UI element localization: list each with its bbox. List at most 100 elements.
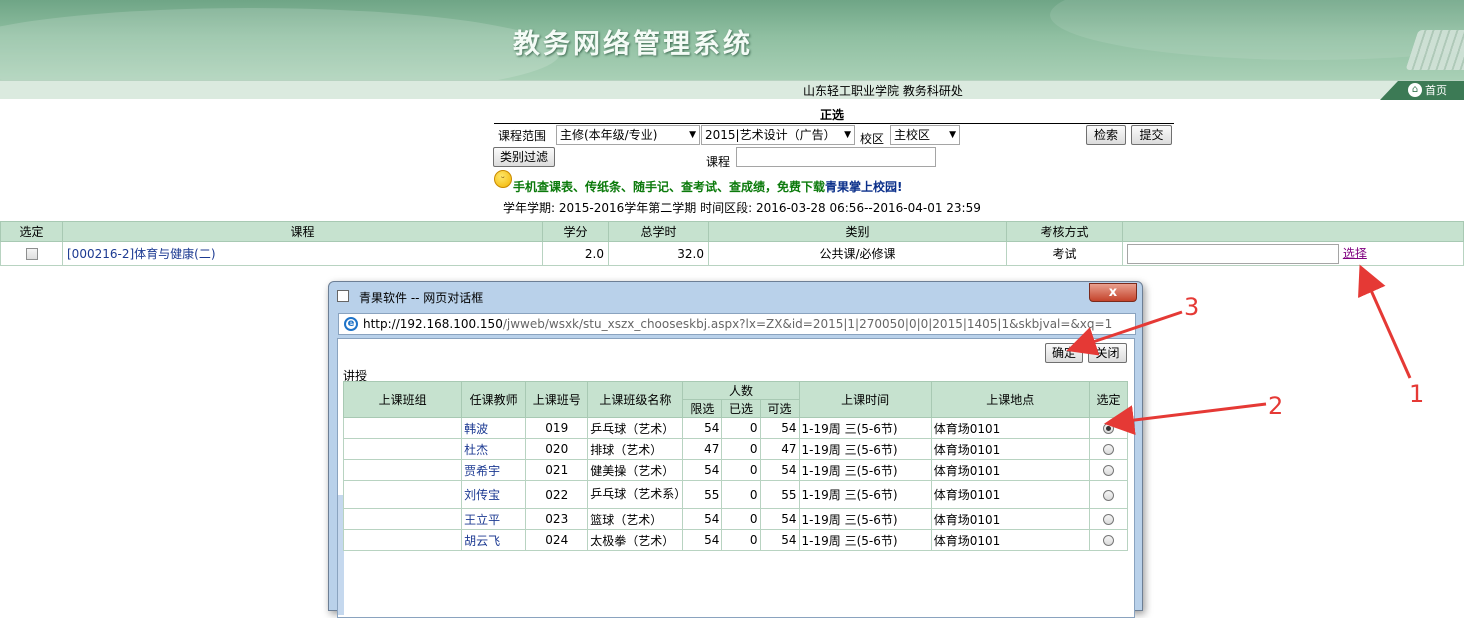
class-select-value: 2015|艺术设计（广告）	[705, 128, 836, 142]
group-cell	[342, 508, 463, 530]
teacher-link[interactable]: 杜杰	[464, 443, 488, 457]
col-limit: 限选	[682, 399, 723, 418]
limit-cell: 54	[682, 529, 723, 551]
available-cell: 54	[759, 508, 800, 530]
col-place: 上课地点	[930, 381, 1090, 418]
address-bar: e http://192.168.100.150/jwweb/wsxk/stu_…	[338, 313, 1136, 335]
home-label: 首页	[1425, 84, 1447, 97]
time-cell: 1-19周 三(5-6节)	[798, 529, 932, 551]
place-cell: 体育场0101	[930, 438, 1090, 460]
col-time: 上课时间	[798, 381, 932, 418]
teacher-link[interactable]: 胡云飞	[464, 534, 500, 548]
table-row: 王立平 023 篮球（艺术） 54 0 54 1-19周 三(5-6节) 体育场…	[342, 508, 1129, 530]
select-radio[interactable]	[1102, 423, 1114, 434]
class-select[interactable]: 2015|艺术设计（广告） ▼	[701, 125, 855, 145]
annotation-2: 2	[1268, 392, 1284, 420]
course-label: 课程	[706, 155, 731, 169]
class-name-cell: 乒乓球（艺术）	[587, 417, 684, 439]
col-hours: 总学时	[608, 221, 709, 242]
page-icon	[337, 290, 349, 302]
chevron-down-icon: ▼	[689, 130, 696, 140]
col-group: 上课班组	[342, 381, 463, 418]
url-host: http://192.168.100.150	[363, 317, 503, 331]
select-radio[interactable]	[1102, 489, 1114, 501]
chosen-cell: 0	[721, 438, 761, 460]
row-checkbox[interactable]	[25, 248, 38, 260]
table-row: 韩波 019 乒乓球（艺术） 54 0 54 1-19周 三(5-6节) 体育场…	[342, 417, 1129, 439]
choose-link[interactable]: 选择	[1343, 246, 1367, 260]
pick-cell: 选择	[1122, 241, 1464, 266]
col-people: 人数	[682, 381, 800, 400]
class-name-cell: 篮球（艺术）	[587, 508, 684, 530]
time-cell: 1-19周 三(5-6节)	[798, 508, 932, 530]
col-pick	[1122, 221, 1464, 242]
campus-select-value: 主校区	[894, 128, 931, 142]
schedule-table: 上课班组 任课教师 上课班号 上课班级名称 人数 上课时间 上课地点 选定 限选…	[342, 381, 1129, 551]
chosen-cell: 0	[721, 459, 761, 481]
teacher-link[interactable]: 韩波	[464, 422, 488, 436]
divider	[494, 123, 1174, 124]
col-exam: 考核方式	[1006, 221, 1123, 242]
col-class-no: 上课班号	[525, 381, 589, 418]
category-filter-button[interactable]: 类别过滤	[493, 147, 555, 167]
campus-select[interactable]: 主校区 ▼	[890, 125, 960, 145]
table-row: [000216-2]体育与健康(二) 2.0 32.0 公共课/必修课 考试 选…	[0, 241, 1464, 266]
group-cell	[342, 438, 463, 460]
available-cell: 54	[759, 529, 800, 551]
place-cell: 体育场0101	[930, 459, 1090, 481]
credit-cell: 2.0	[542, 241, 609, 266]
teacher-link[interactable]: 刘传宝	[464, 488, 500, 502]
range-select[interactable]: 主修(本年级/专业) ▼	[556, 125, 700, 145]
course-input[interactable]	[736, 147, 936, 167]
dialog-titlebar[interactable]: 青果软件 -- 网页对话框 x	[329, 282, 1142, 310]
chosen-cell: 0	[721, 529, 761, 551]
home-icon: ⌂	[1408, 83, 1422, 97]
col-select: 选定	[0, 221, 63, 242]
submit-button[interactable]: 提交	[1131, 125, 1172, 145]
place-cell: 体育场0101	[930, 480, 1090, 509]
chosen-cell: 0	[721, 417, 761, 439]
annotation-3: 3	[1184, 293, 1200, 321]
range-label: 课程范围	[498, 129, 547, 143]
url-path: /jwweb/wsxk/stu_xszx_chooseskbj.aspx?lx=…	[502, 317, 1113, 331]
group-cell	[342, 417, 463, 439]
class-no-cell: 022	[525, 480, 589, 509]
confirm-button[interactable]: 确定	[1045, 343, 1083, 363]
chevron-down-icon: ▼	[844, 130, 851, 140]
class-no-cell: 023	[525, 508, 589, 530]
teacher-link[interactable]: 王立平	[464, 513, 500, 527]
select-radio[interactable]	[1102, 514, 1114, 525]
term-info: 学年学期: 2015-2016学年第二学期 时间区段: 2016-03-28 0…	[503, 201, 981, 215]
place-cell: 体育场0101	[930, 529, 1090, 551]
banner-decoration	[1050, 0, 1464, 60]
col-teacher: 任课教师	[461, 381, 527, 418]
available-cell: 47	[759, 438, 800, 460]
limit-cell: 54	[682, 417, 723, 439]
limit-cell: 54	[682, 508, 723, 530]
close-button[interactable]: x	[1089, 283, 1137, 302]
dialog-close-button[interactable]: 关闭	[1088, 343, 1127, 363]
search-button[interactable]: 检索	[1086, 125, 1126, 145]
limit-cell: 54	[682, 459, 723, 481]
promo-notice[interactable]: 手机查课表、传纸条、随手记、查考试、查成绩，免费下载青果掌上校园!	[513, 178, 903, 195]
table-row: 贾希宇 021 健美操（艺术） 54 0 54 1-19周 三(5-6节) 体育…	[342, 459, 1129, 481]
org-bar: 山东轻工职业学院 教务科研处 ⌂ 首页	[0, 80, 1464, 100]
home-link[interactable]: ⌂ 首页	[1380, 81, 1464, 100]
time-cell: 1-19周 三(5-6节)	[798, 480, 932, 509]
class-name-cell: 太极拳（艺术）	[587, 529, 684, 551]
campus-label: 校区	[860, 132, 885, 146]
header-banner: 教务网络管理系统	[0, 0, 1464, 80]
select-radio[interactable]	[1102, 465, 1114, 476]
banner-decoration	[0, 8, 560, 80]
course-table: 选定 课程 学分 总学时 类别 考核方式 [000216-2]体育与健康(二) …	[0, 221, 1464, 266]
available-cell: 55	[759, 480, 800, 509]
course-cell: [000216-2]体育与健康(二)	[62, 241, 543, 266]
system-title: 教务网络管理系统	[513, 29, 753, 60]
table-row: 胡云飞 024 太极拳（艺术） 54 0 54 1-19周 三(5-6节) 体育…	[342, 529, 1129, 551]
annotation-1: 1	[1409, 380, 1425, 408]
selected-class-input[interactable]	[1127, 243, 1339, 264]
select-radio[interactable]	[1102, 444, 1114, 455]
select-radio[interactable]	[1102, 535, 1114, 546]
teacher-link[interactable]: 贾希宇	[464, 464, 500, 478]
course-link[interactable]: [000216-2]体育与健康(二)	[67, 247, 216, 261]
